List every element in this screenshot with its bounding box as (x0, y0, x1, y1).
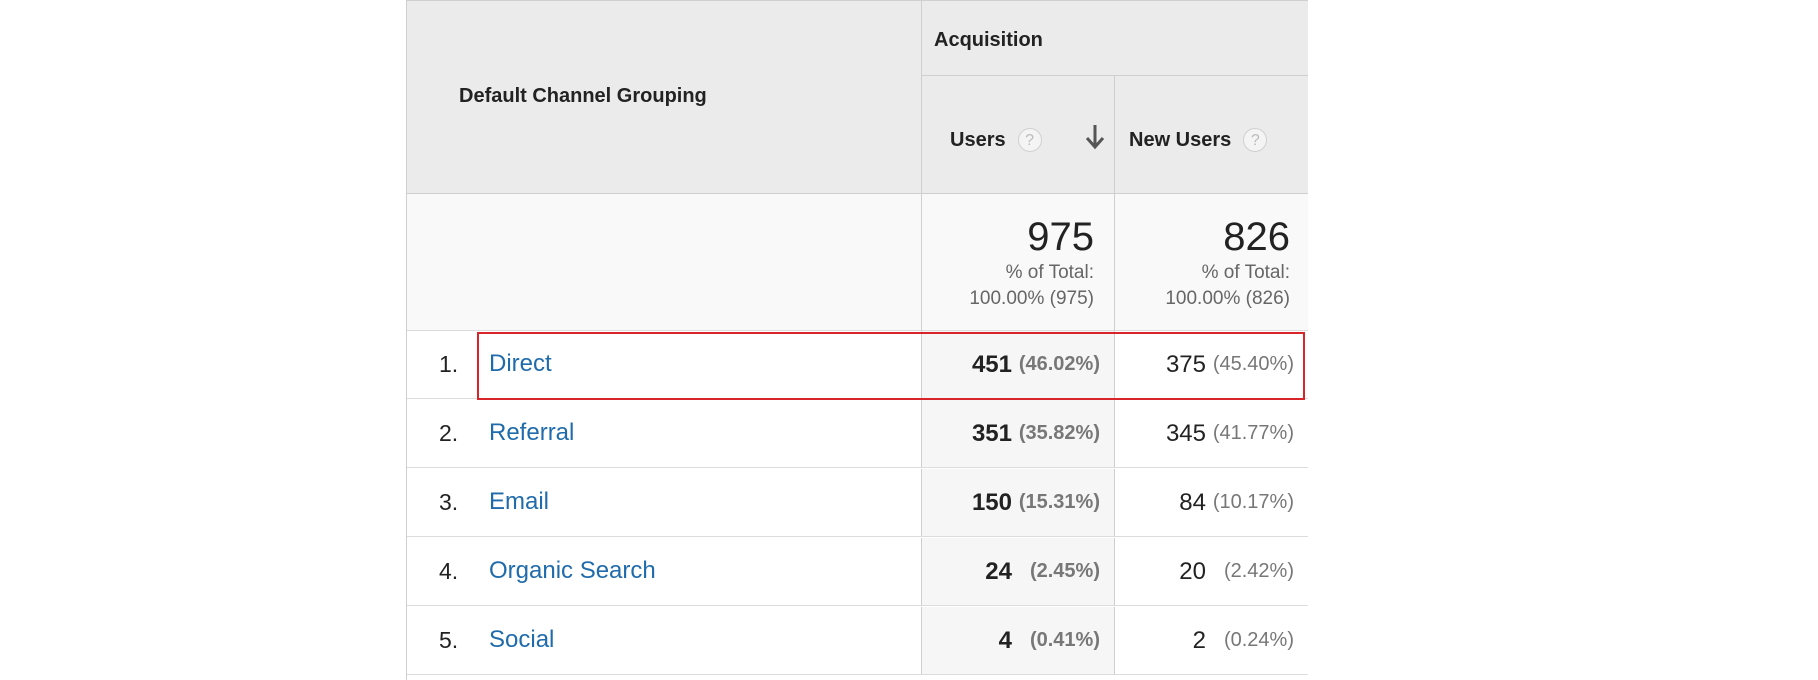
new-users-column-heading: New Users ? (1129, 128, 1268, 152)
totals-users-percent: 100.00% (975) (969, 288, 1094, 309)
dimension-header-label: Default Channel Grouping (459, 85, 707, 107)
totals-users-cell: 975 % of Total: 100.00% (975) (922, 194, 1115, 331)
analytics-report-table: Default Channel Grouping Acquisition Use… (406, 0, 1308, 680)
users-column-label: Users (950, 128, 1006, 151)
new-users-percent: (41.77%) (1212, 422, 1294, 444)
users-value: 4 (998, 626, 1012, 654)
table-row: 2. Referral (407, 400, 922, 468)
totals-row-dimension (407, 194, 922, 331)
new-users-percent: (10.17%) (1212, 491, 1294, 513)
help-icon[interactable]: ? (1243, 128, 1268, 152)
users-value: 451 (971, 350, 1012, 378)
new-users-value: 84 (1179, 488, 1206, 516)
new-users-percent: (45.40%) (1212, 353, 1294, 375)
row-new-users-cell: 375 (45.40%) (1115, 331, 1308, 399)
users-percent: (46.02%) (1018, 353, 1100, 375)
channel-link-direct[interactable]: Direct (489, 350, 552, 378)
dimension-header-cell[interactable]: Default Channel Grouping (407, 1, 922, 194)
totals-new-users-percent: 100.00% (826) (1165, 288, 1290, 309)
table-row: 5. Social (407, 607, 922, 675)
totals-new-users-value: 826 (1223, 215, 1290, 259)
table-row: 1. Direct (407, 331, 922, 399)
table-row: 3. Email (407, 469, 922, 537)
new-users-value: 345 (1165, 419, 1206, 447)
row-users-cell: 351 (35.82%) (922, 400, 1115, 468)
row-users-cell: 24 (2.45%) (922, 538, 1115, 606)
acquisition-group-label: Acquisition (934, 29, 1043, 51)
totals-new-users-label: % of Total: (1201, 262, 1290, 283)
row-users-cell: 451 (46.02%) (922, 331, 1115, 399)
channel-link-organic-search[interactable]: Organic Search (489, 557, 656, 585)
row-users-cell: 4 (0.41%) (922, 607, 1115, 675)
new-users-percent: (2.42%) (1223, 560, 1294, 582)
new-users-value: 2 (1192, 626, 1206, 654)
row-new-users-cell: 20 (2.42%) (1115, 538, 1308, 606)
row-new-users-cell: 84 (10.17%) (1115, 469, 1308, 537)
new-users-value: 375 (1165, 350, 1206, 378)
users-value: 351 (971, 419, 1012, 447)
channel-link-referral[interactable]: Referral (489, 419, 574, 447)
row-number: 5. (439, 627, 459, 653)
sort-descending-icon[interactable] (1084, 122, 1106, 152)
acquisition-group-header: Acquisition (922, 1, 1308, 76)
row-number: 1. (439, 351, 459, 377)
users-percent: (35.82%) (1018, 422, 1100, 444)
new-users-column-label: New Users (1129, 128, 1232, 151)
row-number: 4. (439, 558, 459, 584)
channel-link-email[interactable]: Email (489, 488, 549, 516)
new-users-column-header[interactable]: New Users ? (1115, 76, 1308, 194)
users-value: 150 (971, 488, 1012, 516)
table-row: 4. Organic Search (407, 538, 922, 606)
users-column-heading: Users ? (950, 128, 1042, 152)
row-new-users-cell: 345 (41.77%) (1115, 400, 1308, 468)
totals-users-label: % of Total: (1005, 262, 1094, 283)
users-percent: (2.45%) (1029, 560, 1100, 582)
row-users-cell: 150 (15.31%) (922, 469, 1115, 537)
new-users-value: 20 (1179, 557, 1206, 585)
channel-link-social[interactable]: Social (489, 626, 554, 654)
users-column-header[interactable]: Users ? (922, 76, 1115, 194)
users-value: 24 (985, 557, 1012, 585)
row-new-users-cell: 2 (0.24%) (1115, 607, 1308, 675)
users-percent: (15.31%) (1018, 491, 1100, 513)
row-number: 3. (439, 489, 459, 515)
row-number: 2. (439, 420, 459, 446)
help-icon[interactable]: ? (1017, 128, 1042, 152)
users-percent: (0.41%) (1029, 629, 1100, 651)
new-users-percent: (0.24%) (1223, 629, 1294, 651)
totals-new-users-cell: 826 % of Total: 100.00% (826) (1115, 194, 1308, 331)
totals-users-value: 975 (1027, 215, 1094, 259)
